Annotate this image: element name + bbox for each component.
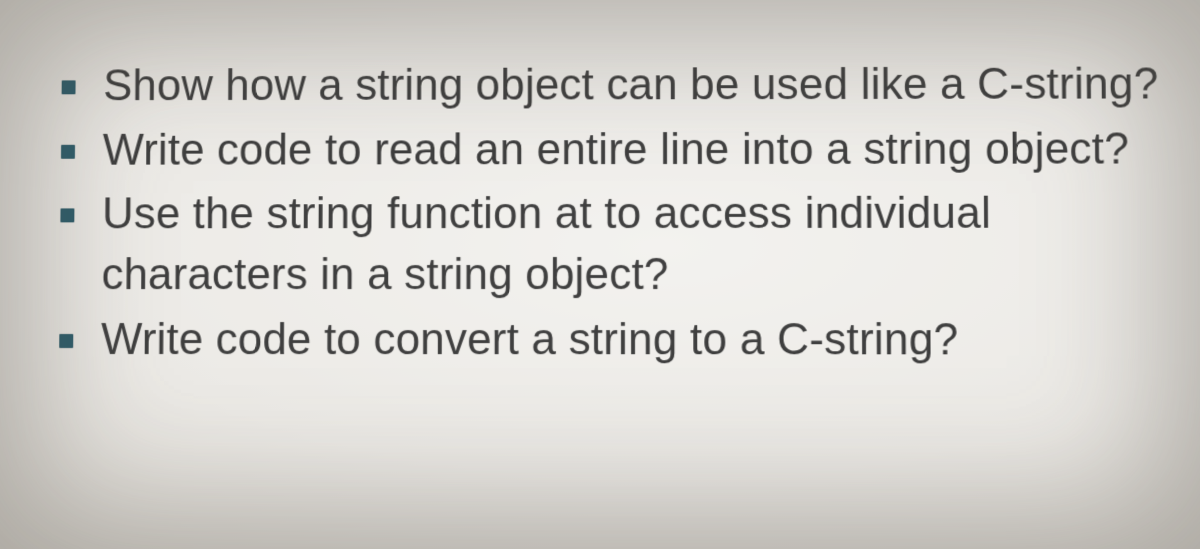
bullet-text: Use the string function at to access ind… [101,189,991,299]
bullet-text: Write code to convert a string to a C-st… [101,315,959,364]
bullet-item: Show how a string object can be used lik… [103,54,1182,116]
bullet-text: Show how a string object can be used lik… [103,59,1159,110]
bullet-item: Use the string function at to access ind… [101,184,1183,306]
bullet-item: Write code to read an entire line into a… [102,119,1182,181]
bullet-text: Write code to read an entire line into a… [102,124,1129,174]
slide-content: Show how a string object can be used lik… [1,0,1200,371]
bullet-item: Write code to convert a string to a C-st… [101,310,1184,371]
bullet-list: Show how a string object can be used lik… [1,0,1200,371]
